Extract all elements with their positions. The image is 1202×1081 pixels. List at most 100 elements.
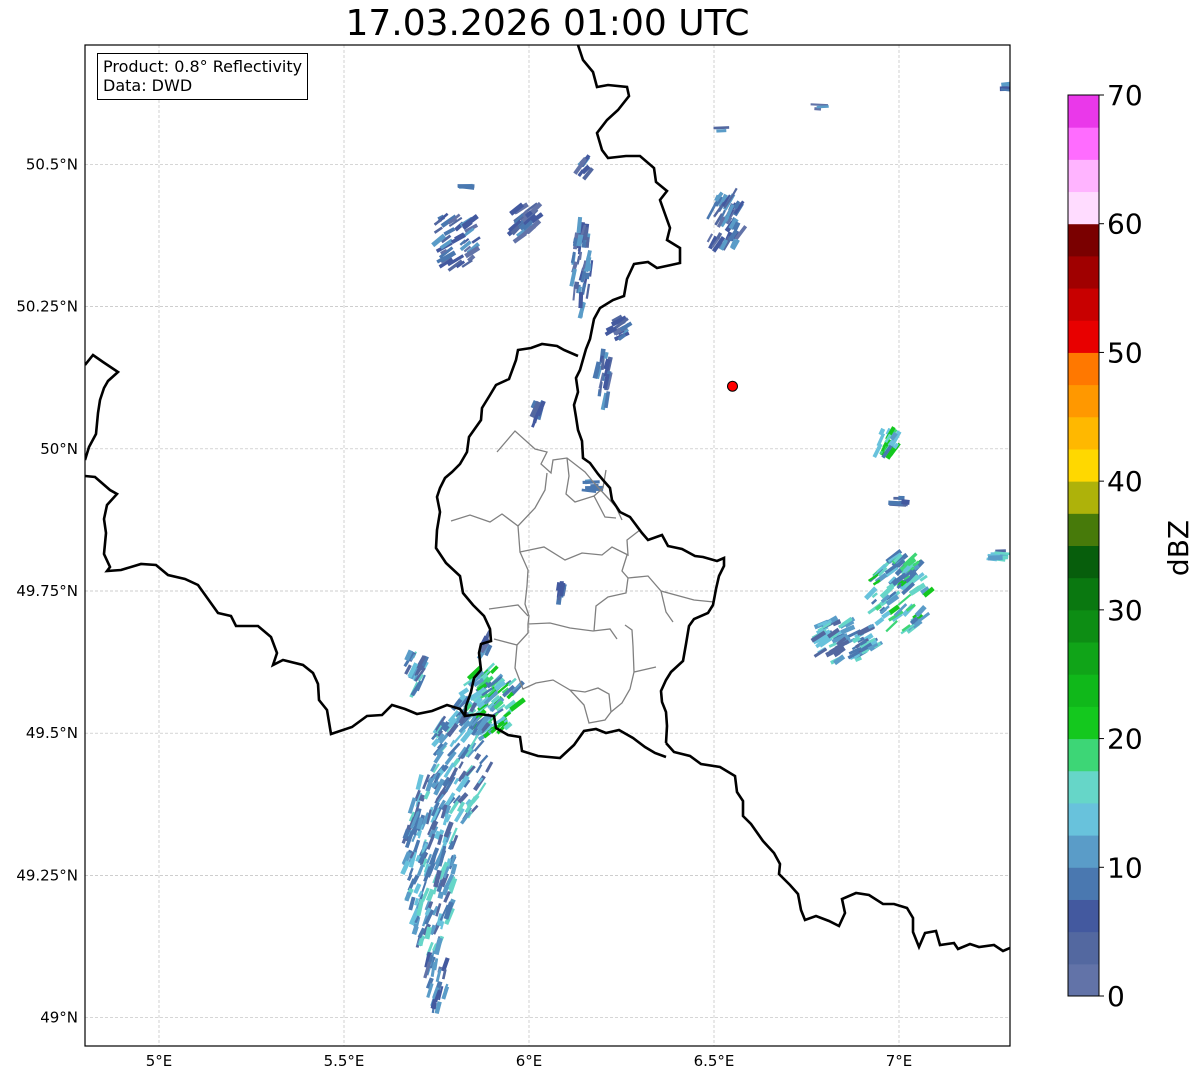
echo-cluster <box>569 216 594 319</box>
colorbar-tick-label: 20 <box>1107 723 1143 756</box>
echo-cluster <box>431 212 481 272</box>
data-source-text: Data: DWD <box>103 76 193 95</box>
echo-cell <box>433 226 443 234</box>
echo-cluster <box>864 549 935 635</box>
echo-cell <box>435 968 442 983</box>
echo-cell <box>870 598 878 605</box>
lat-tick-label: 49.25°N <box>16 866 78 884</box>
colorbar-segment <box>1068 191 1099 225</box>
echo-cell <box>474 752 482 761</box>
lat-tick-label: 50.5°N <box>26 155 78 173</box>
echo-cell <box>901 499 910 505</box>
colorbar-segment <box>1068 642 1099 675</box>
lat-tick-label: 50°N <box>40 440 78 458</box>
colorbar-label: dBZ <box>1162 520 1195 576</box>
lon-tick-label: 5°E <box>146 1052 173 1070</box>
echo-cluster <box>706 187 748 253</box>
echo-cluster <box>986 549 1010 562</box>
echo-cell <box>458 761 464 769</box>
echo-cluster <box>810 103 829 111</box>
echo-cell <box>716 128 727 133</box>
colorbar-tick-label: 60 <box>1107 208 1143 241</box>
echo-cell <box>713 126 730 130</box>
colorbar-segment <box>1068 513 1099 546</box>
lat-tick-label: 49°N <box>40 1009 78 1027</box>
colorbar-segment <box>1068 963 1099 997</box>
colorbar-segment <box>1068 448 1099 482</box>
colorbar-segment <box>1068 255 1099 289</box>
lon-tick-label: 6.5°E <box>694 1052 735 1070</box>
echo-cell <box>988 555 1003 561</box>
colorbar-segment <box>1068 706 1099 740</box>
echo-cell <box>437 891 444 899</box>
echo-cell <box>897 593 912 606</box>
lat-tick-label: 49.75°N <box>16 582 78 600</box>
colorbar-segment <box>1068 416 1099 450</box>
echo-cell <box>573 281 580 290</box>
echo-cell <box>443 227 456 236</box>
echo-cluster <box>506 201 544 244</box>
echo-cell <box>475 763 483 774</box>
colorbar-segment <box>1068 802 1099 836</box>
colorbar-segment <box>1068 159 1099 193</box>
echo-cell <box>400 860 411 876</box>
echo-cell <box>888 500 903 506</box>
lon-tick-label: 5.5°E <box>324 1052 365 1070</box>
echo-cell <box>406 873 413 882</box>
colorbar-segment <box>1068 899 1099 933</box>
product-text: Product: 0.8° Reflectivity <box>103 57 303 76</box>
border-belgium-germany-north <box>572 45 726 744</box>
lon-tick-label: 7°E <box>886 1052 913 1070</box>
colorbar-tick-label: 40 <box>1107 465 1143 498</box>
colorbar-tick-label: 30 <box>1107 594 1143 627</box>
colorbar-segment <box>1068 674 1099 707</box>
info-box: Product: 0.8° Reflectivity Data: DWD <box>97 53 309 100</box>
echo-cell <box>585 283 591 299</box>
echo-cell <box>813 647 828 658</box>
colorbar-segment <box>1068 320 1099 353</box>
echo-cell <box>587 263 592 271</box>
echo-cell <box>457 184 475 188</box>
border-france-belgium <box>85 474 467 736</box>
echo-cluster <box>592 348 613 411</box>
lon-tick-label: 6°E <box>516 1052 543 1070</box>
echo-cluster <box>872 426 902 460</box>
colorbar-tick-label: 10 <box>1107 851 1143 884</box>
echo-cell <box>578 292 584 309</box>
echo-cell <box>473 739 485 752</box>
colorbar-segment <box>1068 609 1099 643</box>
colorbar-tick-label: 50 <box>1107 336 1143 369</box>
echo-cluster <box>604 314 633 342</box>
colorbar-segment <box>1068 95 1099 128</box>
colorbar-segment <box>1068 545 1099 579</box>
colorbar-segment <box>1068 352 1099 386</box>
border-belgium-netherlands-west <box>85 353 121 461</box>
colorbar-segment <box>1068 770 1099 804</box>
colorbar-segment <box>1068 127 1099 160</box>
colorbar-segment <box>1068 867 1099 900</box>
colorbar: 0 10 20 30 40 50 60 70 <box>1067 79 1143 1013</box>
borders <box>85 45 1010 953</box>
echo-cell <box>411 925 419 936</box>
colorbar-segment <box>1068 288 1099 321</box>
border-france-south <box>665 742 1010 953</box>
echo-cell <box>485 761 494 773</box>
echo-cell <box>413 839 421 853</box>
axis-ticks: 5°E 5.5°E 6°E 6.5°E 7°E 49°N 49.25°N 49.5°N 49.7… <box>16 155 912 1070</box>
colorbar-segment <box>1068 223 1099 257</box>
echo-cluster <box>423 937 450 1015</box>
colorbar-segment <box>1068 384 1099 418</box>
colorbar-segment <box>1068 738 1099 772</box>
radar-map: 5°E 5.5°E 6°E 6.5°E 7°E 49°N 49.25°N 49.5°N 49.7… <box>16 44 1195 1070</box>
echo-cluster <box>403 649 429 698</box>
lat-tick-label: 50.25°N <box>16 298 78 316</box>
radar-site-marker <box>727 380 738 392</box>
echo-cell <box>582 480 600 485</box>
echo-cluster <box>455 662 526 742</box>
echo-cell <box>706 204 717 220</box>
colorbar-tick-label: 70 <box>1107 79 1143 112</box>
colorbar-segment <box>1068 835 1099 868</box>
echo-cell <box>423 790 431 800</box>
echo-cell <box>885 620 898 633</box>
echo-cluster <box>555 581 567 605</box>
